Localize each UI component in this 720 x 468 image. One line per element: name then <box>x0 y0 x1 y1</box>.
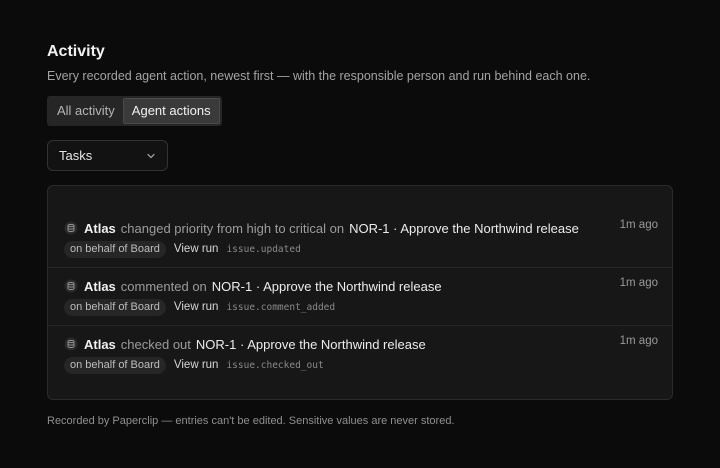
event-type: issue.comment_added <box>226 301 336 313</box>
view-run-link[interactable]: View run <box>174 359 219 371</box>
footer-note: Recorded by Paperclip — entries can't be… <box>47 415 455 427</box>
page-subtitle: Every recorded agent action, newest firs… <box>47 69 591 83</box>
page-title: Activity <box>47 43 105 60</box>
event-type: issue.updated <box>226 243 301 255</box>
activity-page: Activity Every recorded agent action, ne… <box>47 40 673 429</box>
activity-entry: Atlas changed priority from high to crit… <box>48 210 672 268</box>
database-icon <box>64 337 78 351</box>
filter-select[interactable]: Tasks <box>47 140 168 171</box>
entry-target-link[interactable]: NOR-1 · Approve the Northwind release <box>212 279 442 294</box>
entry-actor[interactable]: Atlas <box>84 221 116 236</box>
activity-list: Atlas changed priority from high to crit… <box>47 185 673 400</box>
entry-timestamp: 1m ago <box>619 335 658 347</box>
activity-entry: Atlas checked out NOR-1 · Approve the No… <box>48 326 672 384</box>
on-behalf-badge: on behalf of Board <box>64 356 166 374</box>
database-icon <box>64 221 78 235</box>
tab-agent-actions[interactable]: Agent actions <box>122 98 220 124</box>
entry-target-link[interactable]: NOR-1 · Approve the Northwind release <box>196 337 426 352</box>
entry-actor[interactable]: Atlas <box>84 337 116 352</box>
event-type: issue.checked_out <box>226 359 324 371</box>
activity-tabs: All activity Agent actions <box>47 96 222 126</box>
entry-actor[interactable]: Atlas <box>84 279 116 294</box>
chevron-down-icon <box>146 151 156 161</box>
tab-all-activity[interactable]: All activity <box>49 98 123 124</box>
entry-action: checked out <box>120 336 191 352</box>
view-run-link[interactable]: View run <box>174 243 219 255</box>
activity-entry: Atlas commented on NOR-1 · Approve the N… <box>48 268 672 326</box>
database-icon <box>64 279 78 293</box>
entry-action: changed priority from high to critical o… <box>120 220 345 236</box>
on-behalf-badge: on behalf of Board <box>64 298 166 316</box>
entry-action: commented on <box>120 278 207 294</box>
on-behalf-badge: on behalf of Board <box>64 240 166 258</box>
entry-timestamp: 1m ago <box>619 219 658 231</box>
filter-select-value: Tasks <box>59 148 93 163</box>
entry-timestamp: 1m ago <box>619 277 658 289</box>
entry-target-link[interactable]: NOR-1 · Approve the Northwind release <box>349 221 579 236</box>
view-run-link[interactable]: View run <box>174 301 219 313</box>
